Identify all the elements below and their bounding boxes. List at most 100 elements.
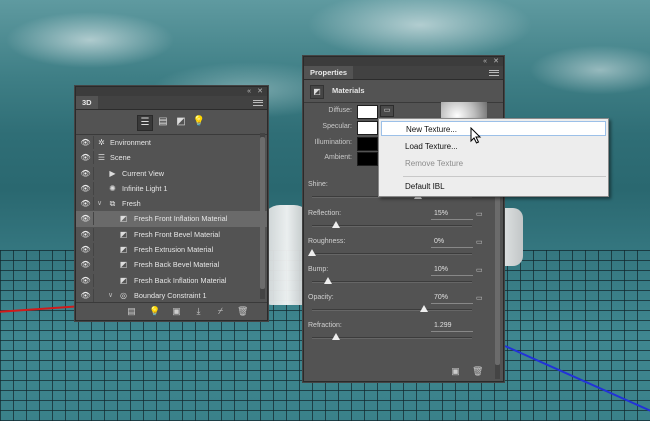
material-icon: ◩ bbox=[119, 245, 128, 255]
menu-item-default-ibl[interactable]: Default IBL bbox=[381, 179, 606, 194]
specular-label: Specular: bbox=[322, 123, 352, 130]
visibility-eye-icon[interactable]: 👁 bbox=[80, 135, 91, 150]
tree-item-scene[interactable]: 👁 ☰ Scene bbox=[76, 150, 267, 165]
visibility-eye-icon[interactable]: 👁 bbox=[80, 257, 91, 272]
new-constraint-icon[interactable]: ⌿ bbox=[215, 306, 226, 317]
visibility-eye-icon[interactable]: 👁 bbox=[80, 166, 91, 181]
visibility-eye-icon[interactable]: 👁 bbox=[80, 273, 91, 288]
reflection-slider-knob[interactable] bbox=[332, 221, 340, 228]
opacity-track[interactable] bbox=[312, 309, 472, 311]
bump-label: Bump: bbox=[308, 266, 329, 273]
visibility-eye-icon[interactable]: 👁 bbox=[80, 181, 91, 196]
scrollbar-thumb[interactable] bbox=[495, 175, 500, 365]
roughness-track[interactable] bbox=[312, 253, 472, 255]
collapse-icon[interactable]: « bbox=[247, 87, 251, 96]
ambient-label: Ambient: bbox=[324, 154, 352, 161]
close-icon[interactable]: ✕ bbox=[257, 87, 263, 96]
menu-item-new-texture[interactable]: New Texture... bbox=[381, 121, 606, 136]
specular-color-swatch[interactable] bbox=[357, 121, 378, 135]
tab-properties[interactable]: Properties bbox=[304, 66, 354, 79]
reflection-label: Reflection: bbox=[308, 210, 342, 217]
tree-item-label: Scene bbox=[110, 153, 131, 163]
ambient-color-swatch[interactable] bbox=[357, 152, 378, 166]
visibility-eye-icon[interactable]: 👁 bbox=[80, 242, 91, 257]
visibility-eye-icon[interactable]: 👁 bbox=[80, 211, 91, 226]
render-icon[interactable]: ▣ bbox=[171, 306, 182, 317]
materials-icon[interactable]: ◩ bbox=[310, 85, 324, 99]
panel-titlebar[interactable]: « ✕ bbox=[76, 87, 267, 96]
reflection-slider-row: Reflection: 15% ▭ bbox=[308, 210, 491, 238]
meshes-filter-icon[interactable]: ▤ bbox=[156, 115, 170, 129]
tree-item-label: Fresh Back Bevel Material bbox=[134, 260, 220, 270]
roughness-slider-row: Roughness: 0% ▭ bbox=[308, 238, 491, 266]
diffuse-color-swatch[interactable] bbox=[357, 105, 378, 119]
tree-item-fresh[interactable]: 👁 ∨ ⧉ Fresh bbox=[76, 196, 267, 211]
tree-item-extrusion-material[interactable]: 👁 ◩ Fresh Extrusion Material bbox=[76, 242, 267, 257]
tree-item-infinite-light[interactable]: 👁 ✺ Infinite Light 1 bbox=[76, 181, 267, 196]
tree-item-label: Infinite Light 1 bbox=[122, 183, 168, 193]
tree-item-label: Fresh Extrusion Material bbox=[134, 245, 214, 255]
section-title: Materials bbox=[332, 86, 365, 95]
delete-icon[interactable]: 🗑 bbox=[472, 366, 483, 377]
expand-chevron-icon[interactable]: ∨ bbox=[108, 288, 113, 303]
delete-icon[interactable]: 🗑 bbox=[237, 306, 248, 317]
roughness-texture-folder-icon[interactable]: ▭ bbox=[476, 238, 486, 246]
visibility-eye-icon[interactable]: 👁 bbox=[80, 288, 91, 303]
expand-chevron-icon[interactable]: ∨ bbox=[97, 196, 102, 211]
constraint-icon: ◎ bbox=[120, 290, 127, 300]
refraction-slider-knob[interactable] bbox=[332, 333, 340, 340]
add-light-icon[interactable]: 💡 bbox=[149, 306, 160, 317]
lights-filter-icon[interactable]: 💡 bbox=[192, 115, 206, 129]
tree-item-boundary-constraint[interactable]: 👁 ∨ ◎ Boundary Constraint 1 bbox=[76, 288, 267, 303]
panel-menu-icon[interactable] bbox=[253, 98, 263, 107]
refraction-value[interactable]: 1.299 bbox=[434, 322, 452, 329]
scene-tree: 👁 ✲ Environment 👁 ☰ Scene 👁 ▶ Current Vi… bbox=[76, 135, 267, 303]
tree-item-back-bevel-material[interactable]: 👁 ◩ Fresh Back Bevel Material bbox=[76, 257, 267, 272]
opacity-texture-folder-icon[interactable]: ▭ bbox=[476, 294, 486, 302]
roughness-slider-knob[interactable] bbox=[308, 249, 316, 256]
visibility-eye-icon[interactable]: 👁 bbox=[80, 196, 91, 211]
materials-filter-icon[interactable]: ◩ bbox=[174, 115, 188, 129]
bump-value[interactable]: 10% bbox=[434, 266, 448, 273]
tab-3d[interactable]: 3D bbox=[76, 96, 98, 109]
panel-menu-icon[interactable] bbox=[489, 68, 499, 77]
opacity-value[interactable]: 70% bbox=[434, 294, 448, 301]
material-icon: ◩ bbox=[119, 275, 128, 285]
opacity-slider-knob[interactable] bbox=[420, 305, 428, 312]
render-icon[interactable]: ▣ bbox=[450, 366, 461, 377]
visibility-eye-icon[interactable]: 👁 bbox=[80, 227, 91, 242]
tree-scrollbar[interactable] bbox=[260, 133, 265, 299]
tree-item-back-inflation-material[interactable]: 👁 ◩ Fresh Back Inflation Material bbox=[76, 273, 267, 288]
collapse-icon[interactable]: « bbox=[483, 57, 487, 66]
diffuse-label: Diffuse: bbox=[328, 107, 352, 114]
menu-item-load-texture[interactable]: Load Texture... bbox=[381, 139, 606, 154]
reflection-value[interactable]: 15% bbox=[434, 210, 448, 217]
tree-item-front-bevel-material[interactable]: 👁 ◩ Fresh Front Bevel Material bbox=[76, 227, 267, 242]
bump-slider-knob[interactable] bbox=[324, 277, 332, 284]
tree-item-label: Boundary Constraint 1 bbox=[134, 290, 207, 300]
illumination-color-swatch[interactable] bbox=[357, 137, 378, 151]
new-layer-mesh-icon[interactable]: ▤ bbox=[126, 306, 137, 317]
scrollbar-thumb[interactable] bbox=[260, 137, 265, 289]
tree-item-environment[interactable]: 👁 ✲ Environment bbox=[76, 135, 267, 150]
whole-scene-filter-icon[interactable]: ☰ bbox=[137, 115, 153, 131]
bump-track[interactable] bbox=[312, 281, 472, 283]
refraction-label: Refraction: bbox=[308, 322, 342, 329]
roughness-value[interactable]: 0% bbox=[434, 238, 444, 245]
tree-item-front-inflation-material[interactable]: 👁 ◩ Fresh Front Inflation Material bbox=[76, 211, 267, 227]
tree-item-label: Environment bbox=[110, 138, 151, 147]
tree-item-label: Fresh bbox=[122, 199, 141, 209]
scene-icon: ☰ bbox=[97, 153, 106, 163]
bump-texture-folder-icon[interactable]: ▭ bbox=[476, 266, 486, 274]
drop-to-ground-icon[interactable]: ⤓ bbox=[193, 306, 204, 317]
tree-item-label: Fresh Front Bevel Material bbox=[134, 229, 220, 239]
visibility-eye-icon[interactable]: 👁 bbox=[80, 150, 91, 165]
panel-titlebar[interactable]: « ✕ bbox=[304, 57, 503, 66]
tree-item-label: Current View bbox=[122, 168, 165, 178]
3d-panel: « ✕ 3D ☰ ▤ ◩ 💡 👁 ✲ Environment 👁 ☰ Scene… bbox=[75, 86, 268, 321]
tree-item-current-view[interactable]: 👁 ▶ Current View bbox=[76, 166, 267, 181]
opacity-slider-row: Opacity: 70% ▭ bbox=[308, 294, 491, 322]
close-icon[interactable]: ✕ bbox=[493, 57, 499, 66]
reflection-texture-folder-icon[interactable]: ▭ bbox=[476, 210, 486, 218]
diffuse-texture-folder-icon[interactable]: ▭ bbox=[380, 105, 394, 117]
